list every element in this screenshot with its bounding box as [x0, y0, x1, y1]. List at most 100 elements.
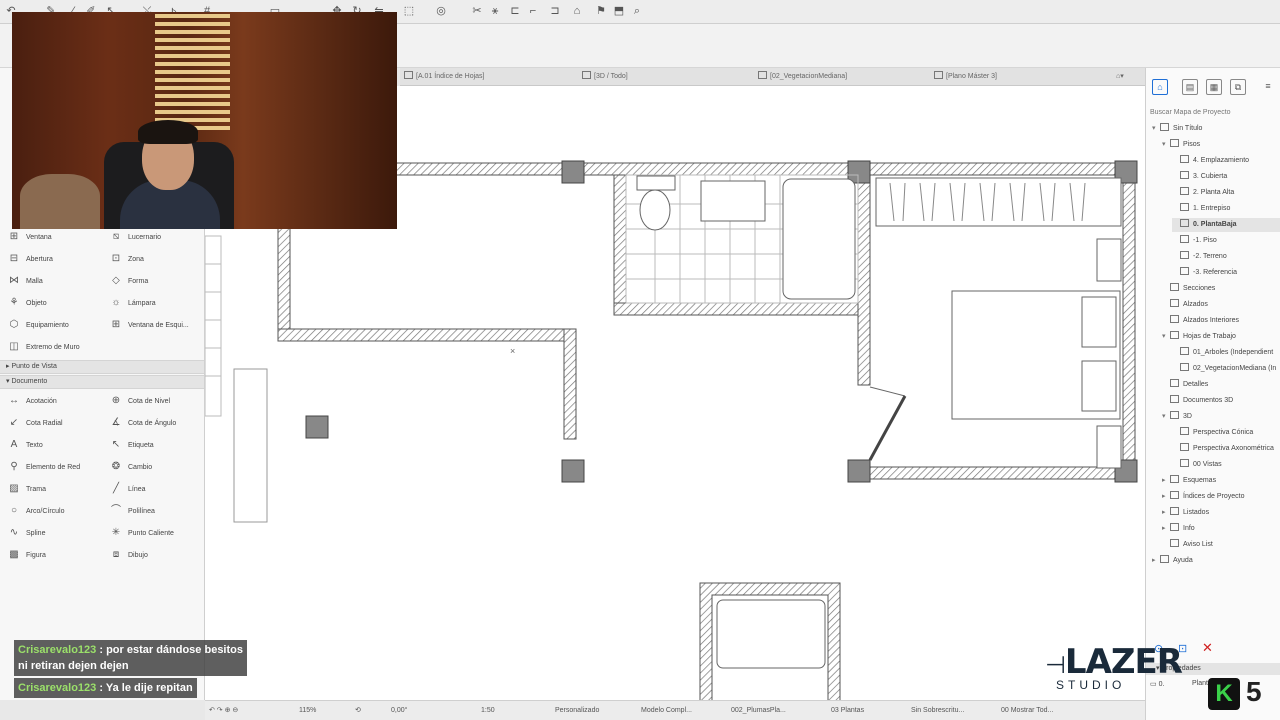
toilet[interactable]: [636, 175, 676, 231]
tree-item[interactable]: 0. PlantaBaja: [1172, 218, 1280, 232]
tool-fill[interactable]: ▨ Trama: [8, 482, 46, 496]
custom-combo[interactable]: Personalizado: [555, 705, 599, 717]
zoom-value[interactable]: 115%: [299, 705, 316, 717]
tree-item[interactable]: Perspectiva Axonométrica: [1172, 442, 1280, 456]
tool-dimension[interactable]: ↔ Acotación: [8, 394, 57, 408]
chevron-right-icon[interactable]: ▸: [1162, 490, 1170, 504]
tool-grid-element[interactable]: ⚲ Elemento de Red: [8, 460, 80, 474]
tool-drawing[interactable]: ⧈ Dibujo: [110, 548, 148, 562]
tree-item[interactable]: -1. Piso: [1172, 234, 1280, 248]
view-3d-icon[interactable]: ⬚: [402, 4, 416, 18]
door[interactable]: [868, 386, 907, 461]
tool-corner-window[interactable]: ⊞ Ventana de Esqui...: [110, 318, 189, 332]
marquee-icon[interactable]: ⬒: [612, 4, 626, 18]
tree-item[interactable]: ▾ Hojas de Trabajo: [1162, 330, 1280, 344]
tool-arc-circle[interactable]: ○ Arco/Círculo: [8, 504, 65, 518]
tree-item[interactable]: ▸ Info: [1162, 522, 1280, 536]
tree-item[interactable]: 02_VegetacionMediana (In: [1172, 362, 1280, 376]
tool-equipment[interactable]: ⬡ Equipamiento: [8, 318, 69, 332]
tool-level-dimension[interactable]: ⊕ Cota de Nivel: [110, 394, 170, 408]
tree-item[interactable]: ▾ Sin Título: [1152, 122, 1280, 136]
roof-icon[interactable]: ⌂: [570, 4, 584, 18]
chevron-right-icon[interactable]: ▸: [1162, 474, 1170, 488]
tool-figure[interactable]: ▩ Figura: [8, 548, 46, 562]
stair-outline[interactable]: [233, 368, 268, 523]
project-map-icon[interactable]: ⌂: [1152, 79, 1168, 95]
pen-set-combo[interactable]: 002_PlumasPla...: [731, 705, 786, 717]
tool-wall-end[interactable]: ◫ Extremo de Muro: [8, 340, 79, 354]
tree-item[interactable]: -3. Referencia: [1172, 266, 1280, 280]
navigator-search-input[interactable]: [1150, 106, 1278, 118]
chevron-down-icon[interactable]: ▾: [1162, 330, 1170, 344]
tree-item[interactable]: ▾ 3D: [1162, 410, 1280, 424]
tab-menu-icon[interactable]: ⌂▾: [1116, 71, 1124, 83]
undo-view-icon[interactable]: ↶ ↷ ⊕ ⊖: [209, 705, 238, 717]
tree-item[interactable]: Perspectiva Cónica: [1172, 426, 1280, 440]
tool-hotspot[interactable]: ✳ Punto Caliente: [110, 526, 174, 540]
chevron-right-icon[interactable]: ▸: [1162, 506, 1170, 520]
show-all-combo[interactable]: 00 Mostrar Tod...: [1001, 705, 1053, 717]
tree-item[interactable]: ▸ Esquemas: [1162, 474, 1280, 488]
tree-item[interactable]: 00 Vistas: [1172, 458, 1280, 472]
scale-value[interactable]: 1:50: [481, 705, 495, 717]
tool-lamp[interactable]: ☼ Lámpara: [110, 296, 155, 310]
tree-item[interactable]: Detalles: [1162, 378, 1280, 392]
tree-item[interactable]: 1. Entrepiso: [1172, 202, 1280, 216]
tool-text[interactable]: A Texto: [8, 438, 43, 452]
tab-3d-all[interactable]: [3D / Todo]: [582, 71, 628, 83]
bathtub[interactable]: [716, 599, 826, 669]
walls[interactable]: [277, 162, 1136, 700]
tool-opening[interactable]: ⊟ Abertura: [8, 252, 53, 266]
bathtub[interactable]: [782, 178, 856, 300]
chevron-right-icon[interactable]: ▸: [1152, 554, 1160, 568]
tree-item[interactable]: ▸ Ayuda: [1152, 554, 1280, 568]
tool-radial-dimension[interactable]: ↙ Cota Radial: [8, 416, 63, 430]
nightstand[interactable]: [1096, 425, 1122, 469]
trim-icon[interactable]: ⊏: [508, 4, 522, 18]
model-view-combo[interactable]: Modelo Compl...: [641, 705, 692, 717]
flag-icon[interactable]: ⚑: [594, 4, 608, 18]
bed[interactable]: [951, 290, 1121, 420]
tool-object[interactable]: ⚘ Objeto: [8, 296, 47, 310]
section-viewpoint[interactable]: ▸ Punto de Vista: [0, 360, 204, 374]
tab-master-plan[interactable]: [Plano Máster 3]: [934, 71, 997, 83]
tree-item[interactable]: ▾ Pisos: [1162, 138, 1280, 152]
find-select-icon[interactable]: ⌕: [630, 4, 644, 18]
scissors-icon[interactable]: ✂: [470, 4, 484, 18]
tree-item[interactable]: 4. Emplazamiento: [1172, 154, 1280, 168]
tree-item[interactable]: ▸ Índices de Proyecto: [1162, 490, 1280, 504]
tree-item[interactable]: Alzados Interiores: [1162, 314, 1280, 328]
tree-item[interactable]: Secciones: [1162, 282, 1280, 296]
tool-morph[interactable]: ◇ Forma: [110, 274, 148, 288]
tree-item[interactable]: -2. Terreno: [1172, 250, 1280, 264]
tree-item[interactable]: 2. Planta Alta: [1172, 186, 1280, 200]
fillet-icon[interactable]: ⌐: [526, 4, 540, 18]
tab-sheet-index[interactable]: [A.01 Índice de Hojas]: [404, 71, 485, 83]
tool-line[interactable]: ╱ Línea: [110, 482, 146, 496]
tool-angle-dimension[interactable]: ∡ Cota de Ángulo: [110, 416, 177, 430]
tool-zone[interactable]: ⊡ Zona: [110, 252, 144, 266]
menu-icon[interactable]: ≡: [1260, 79, 1276, 95]
delete-icon[interactable]: ✕: [1202, 640, 1213, 656]
section-document[interactable]: ▾ Documento: [0, 375, 204, 389]
tool-label[interactable]: ↖ Etiqueta: [110, 438, 154, 452]
tool-spline[interactable]: ∿ Spline: [8, 526, 46, 540]
chevron-down-icon[interactable]: ▾: [1162, 138, 1170, 152]
tree-item[interactable]: Alzados: [1162, 298, 1280, 312]
tree-item[interactable]: ▸ Listados: [1162, 506, 1280, 520]
nightstand[interactable]: [1096, 238, 1122, 282]
chevron-right-icon[interactable]: ▸: [1162, 522, 1170, 536]
magic-wand-icon[interactable]: ⚹: [488, 4, 502, 18]
layer-icon[interactable]: ◎: [434, 4, 448, 18]
sink[interactable]: [700, 180, 766, 222]
tree-item[interactable]: Documentos 3D: [1162, 394, 1280, 408]
tool-mesh[interactable]: ⋈ Malla: [8, 274, 43, 288]
rotate-view-icon[interactable]: ⟲: [355, 705, 361, 717]
angle-value[interactable]: 0,00°: [391, 705, 407, 717]
tree-item[interactable]: 3. Cubierta: [1172, 170, 1280, 184]
tool-change[interactable]: ❂ Cambio: [110, 460, 152, 474]
override-combo[interactable]: Sin Sobrescritu...: [911, 705, 964, 717]
plants-combo[interactable]: 03 Plantas: [831, 705, 864, 717]
tool-window[interactable]: ⊞ Ventana: [8, 230, 52, 244]
layout-book-icon[interactable]: ▦: [1206, 79, 1222, 95]
